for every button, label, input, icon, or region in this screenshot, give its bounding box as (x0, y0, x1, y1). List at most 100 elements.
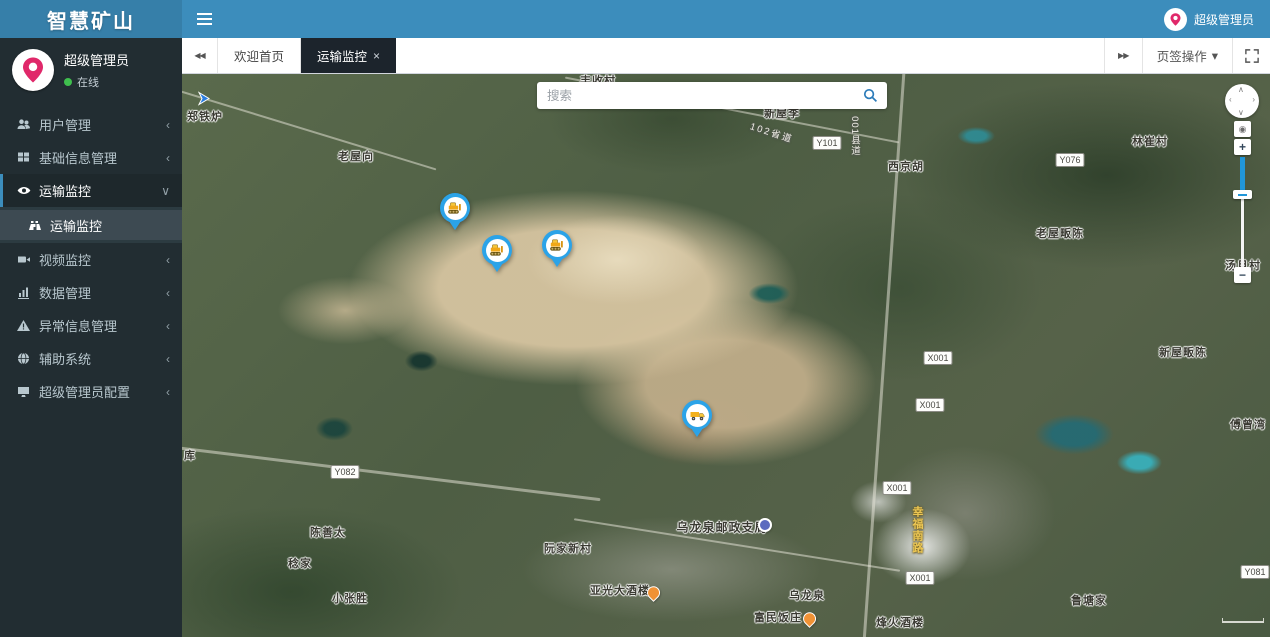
caret-down-icon: ▾ (1212, 48, 1218, 63)
sidebar-item-label: 基础信息管理 (39, 148, 166, 167)
navbar-user[interactable]: 超级管理员 (1164, 8, 1270, 31)
pink-pin-icon (1168, 12, 1183, 27)
map-search-input[interactable] (537, 89, 853, 103)
map-place-label: 陈善太 (310, 524, 346, 540)
map-place-label: 小张胜 (332, 590, 368, 606)
sidebar-item-user-management[interactable]: 用户管理 ‹ (0, 108, 182, 141)
sidebar: 超级管理员 在线 用户管理 ‹ 基础信息管理 ‹ 运输监控 ∨ 运输监控 (0, 38, 182, 637)
fullscreen-button[interactable] (1232, 38, 1270, 73)
navbar-user-name: 超级管理员 (1194, 11, 1254, 28)
map-place-label: 林崔村 (1132, 133, 1168, 149)
tab-transport-monitor[interactable]: 运输监控 × (301, 38, 396, 73)
map-place-label: 阮家新村 (544, 540, 592, 556)
marker-bulldozer[interactable] (482, 235, 512, 275)
chevron-left-icon: ‹ (166, 385, 170, 399)
marker-truck[interactable] (682, 400, 712, 440)
tab-bar: ◀◀ 欢迎首页 运输监控 × ▶▶ 页签操作 ▾ (182, 38, 1270, 74)
sidebar-submenu: 运输监控 (0, 207, 182, 243)
map-place-label: 乌龙泉 (789, 587, 825, 603)
pan-up-icon[interactable]: ∧ (1238, 85, 1244, 94)
pink-pin-icon (18, 55, 48, 85)
sidebar-avatar (12, 49, 54, 91)
zoom-slider-track-upper[interactable] (1240, 157, 1245, 191)
map-place-label: 烽火酒楼 (876, 614, 924, 630)
chevron-left-icon: ‹ (166, 286, 170, 300)
expand-icon (1245, 49, 1259, 63)
road-name-label: 001县道 (847, 116, 861, 156)
sidebar-menu: 用户管理 ‹ 基础信息管理 ‹ 运输监控 ∨ 运输监控 视频监控 ‹ 数据管理 (0, 108, 182, 408)
road-badge: Y101 (812, 136, 841, 150)
online-status-dot (64, 78, 72, 86)
sidebar-item-basic-info[interactable]: 基础信息管理 ‹ (0, 141, 182, 174)
chevron-left-icon: ‹ (166, 253, 170, 267)
sidebar-item-superadmin-config[interactable]: 超级管理员配置 ‹ (0, 375, 182, 408)
tabs-scroll-right-icon[interactable]: ▶▶ (1104, 38, 1142, 73)
tab-operations-label: 页签操作 (1157, 46, 1207, 65)
marker-bulldozer[interactable] (440, 193, 470, 233)
sidebar-item-label: 异常信息管理 (39, 316, 166, 335)
map-place-label: 老屋向 (338, 148, 374, 164)
map-place-label: 鲁塘家 (1071, 592, 1107, 608)
marker-bulldozer[interactable] (542, 230, 572, 270)
map-pan-control[interactable]: ∧ ∨ ‹ › (1225, 84, 1259, 118)
satellite-map[interactable]: 郑铁炉 老屋向 丰收村 新屋李 西京胡 林崔村 老屋畈陈 汤旦村 新屋畈陈 傅曾… (182, 74, 1270, 637)
pan-left-icon[interactable]: ‹ (1229, 95, 1232, 104)
app-header: 智慧矿山 超级管理员 (0, 0, 1270, 38)
map-place-label: 新屋畈陈 (1159, 344, 1207, 360)
road-badge: Y081 (1240, 565, 1269, 579)
zoom-slider-handle[interactable] (1233, 190, 1252, 199)
pan-down-icon[interactable]: ∨ (1238, 108, 1244, 117)
users-icon (17, 118, 39, 131)
sidebar-toggle-icon[interactable] (182, 0, 226, 38)
sidebar-user-panel: 超级管理员 在线 (0, 38, 182, 104)
map-place-label: 西京胡 (888, 158, 924, 174)
eye-icon (17, 184, 39, 197)
pan-right-icon[interactable]: › (1252, 95, 1255, 104)
chevron-left-icon: ‹ (166, 118, 170, 132)
map-place-label: 亚光大酒楼 (590, 582, 650, 598)
sidebar-subitem-label: 运输监控 (50, 216, 102, 235)
globe-icon (17, 352, 39, 365)
search-button[interactable] (853, 82, 887, 109)
sidebar-item-abnormal-info[interactable]: 异常信息管理 ‹ (0, 309, 182, 342)
tab-label: 运输监控 (317, 46, 367, 65)
map-center-button[interactable]: ◉ (1234, 121, 1251, 137)
sidebar-user-status: 在线 (77, 74, 99, 90)
bulldozer-icon (489, 244, 506, 257)
tab-welcome-home[interactable]: 欢迎首页 (218, 38, 301, 73)
chevron-left-icon: ‹ (166, 319, 170, 333)
grid-icon (17, 151, 39, 164)
bulldozer-icon (447, 202, 464, 215)
road-badge: X001 (923, 351, 952, 365)
navigation-arrow-icon (197, 92, 213, 111)
road-badge: Y082 (330, 465, 359, 479)
map-place-label: 富民饭庄 (754, 609, 802, 625)
chevron-down-icon: ∨ (161, 184, 170, 198)
road-badge: X001 (915, 398, 944, 412)
bar-chart-icon (17, 286, 39, 299)
tab-close-icon[interactable]: × (373, 49, 380, 63)
sidebar-item-label: 视频监控 (39, 250, 166, 269)
map-search-box (537, 82, 887, 109)
sidebar-item-label: 运输监控 (39, 181, 161, 200)
sidebar-user-name: 超级管理员 (64, 50, 129, 69)
sidebar-item-label: 数据管理 (39, 283, 166, 302)
sidebar-item-label: 用户管理 (39, 115, 166, 134)
tabs-scroll-left-icon[interactable]: ◀◀ (182, 38, 218, 73)
map-scale-bar (1222, 618, 1264, 623)
tab-operations-dropdown[interactable]: 页签操作 ▾ (1142, 38, 1232, 73)
sidebar-subitem-transport-monitor[interactable]: 运输监控 (0, 210, 182, 240)
sidebar-item-transport-monitor[interactable]: 运输监控 ∨ (0, 174, 182, 207)
road-name-label: 幸福南路 (909, 506, 925, 554)
sidebar-item-data-management[interactable]: 数据管理 ‹ (0, 276, 182, 309)
zoom-out-button[interactable]: − (1234, 267, 1251, 283)
map-place-label: 老屋畈陈 (1036, 225, 1084, 241)
binoculars-icon (28, 219, 50, 232)
tab-label: 欢迎首页 (234, 46, 284, 65)
map-place-label: 傅曾湾 (1230, 416, 1266, 432)
zoom-in-button[interactable]: + (1234, 139, 1251, 155)
post-office-poi-icon[interactable] (758, 518, 772, 532)
zoom-slider-track-lower[interactable] (1241, 198, 1244, 268)
sidebar-item-video-monitor[interactable]: 视频监控 ‹ (0, 243, 182, 276)
sidebar-item-auxiliary-system[interactable]: 辅助系统 ‹ (0, 342, 182, 375)
